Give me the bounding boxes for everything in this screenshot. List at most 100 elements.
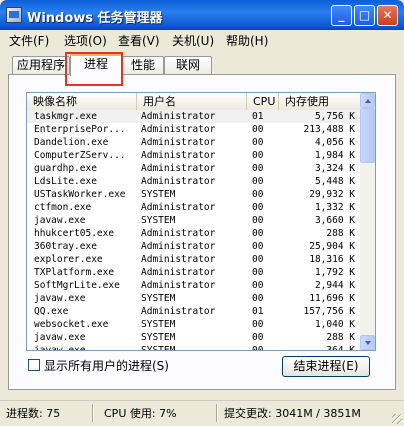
process-memory-cell: 1,332 K bbox=[314, 202, 355, 213]
process-cpu-cell: 00 bbox=[252, 345, 264, 351]
menu-file[interactable]: 文件(F) bbox=[9, 32, 49, 49]
menu-options[interactable]: 选项(O) bbox=[64, 32, 107, 49]
table-row[interactable]: ComputerZServ... Administrator 00 1,984 K bbox=[27, 149, 361, 162]
process-user-cell: Administrator bbox=[141, 254, 216, 265]
scroll-down-icon[interactable] bbox=[360, 335, 375, 350]
process-memory-cell: 18,316 K bbox=[309, 254, 355, 265]
close-button[interactable]: ✕ bbox=[377, 5, 398, 26]
process-user-cell: Administrator bbox=[141, 267, 216, 278]
process-cpu-cell: 00 bbox=[252, 202, 264, 213]
column-cpu[interactable]: CPU bbox=[247, 93, 279, 110]
window-title: Windows 任务管理器 bbox=[27, 11, 163, 26]
process-user-cell: Administrator bbox=[141, 163, 216, 174]
process-name-cell: USTaskWorker.exe bbox=[34, 189, 126, 200]
process-name-cell: TXPlatform.exe bbox=[34, 267, 115, 278]
process-cpu-cell: 00 bbox=[252, 176, 264, 187]
process-memory-cell: 1,792 K bbox=[314, 267, 355, 278]
process-name-cell: LdsLite.exe bbox=[34, 176, 97, 187]
table-row[interactable]: javaw.exe SYSTEM 00 364 K bbox=[27, 344, 361, 351]
table-row[interactable]: taskmgr.exe Administrator 01 5,756 K bbox=[27, 110, 361, 123]
table-row[interactable]: QQ.exe Administrator 01 157,756 K bbox=[27, 305, 361, 318]
vertical-scrollbar[interactable] bbox=[360, 93, 375, 350]
process-memory-cell: 4,056 K bbox=[314, 137, 355, 148]
column-memory[interactable]: 内存使用 bbox=[279, 93, 361, 110]
menu-view[interactable]: 查看(V) bbox=[118, 32, 160, 49]
table-row[interactable]: LdsLite.exe Administrator 00 5,448 K bbox=[27, 175, 361, 188]
process-memory-cell: 1,984 K bbox=[314, 150, 355, 161]
table-row[interactable]: explorer.exe Administrator 00 18,316 K bbox=[27, 253, 361, 266]
process-name-cell: javaw.exe bbox=[34, 293, 86, 304]
process-cpu-cell: 01 bbox=[252, 111, 264, 122]
maximize-button[interactable]: □ bbox=[354, 5, 375, 26]
tab-highlight-annotation bbox=[65, 52, 123, 86]
process-user-cell: SYSTEM bbox=[141, 345, 176, 351]
process-cpu-cell: 00 bbox=[252, 189, 264, 200]
status-divider bbox=[92, 404, 94, 422]
process-user-cell: Administrator bbox=[141, 202, 216, 213]
table-row[interactable]: TXPlatform.exe Administrator 00 1,792 K bbox=[27, 266, 361, 279]
process-cpu-cell: 00 bbox=[252, 163, 264, 174]
table-row[interactable]: Dandelion.exe Administrator 00 4,056 K bbox=[27, 136, 361, 149]
process-name-cell: SoftMgrLite.exe bbox=[34, 280, 120, 291]
process-name-cell: javaw.exe bbox=[34, 215, 86, 226]
menu-bar: 文件(F) 选项(O) 查看(V) 关机(U) 帮助(H) bbox=[0, 30, 404, 50]
status-divider bbox=[216, 404, 218, 422]
process-cpu-cell: 00 bbox=[252, 293, 264, 304]
process-cpu-cell: 00 bbox=[252, 319, 264, 330]
title-bar[interactable]: Windows 任务管理器 _ □ ✕ bbox=[0, 0, 404, 30]
scroll-thumb[interactable] bbox=[360, 108, 375, 163]
resize-grip-icon[interactable] bbox=[392, 414, 402, 424]
tab-performance[interactable]: 性能 bbox=[122, 56, 164, 74]
column-image-name[interactable]: 映像名称 bbox=[27, 93, 137, 110]
show-all-users-label[interactable]: 显示所有用户的进程(S) bbox=[44, 357, 169, 374]
process-user-cell: Administrator bbox=[141, 306, 216, 317]
process-user-cell: Administrator bbox=[141, 150, 216, 161]
status-cpu-usage: CPU 使用: 7% bbox=[104, 407, 177, 420]
process-user-cell: Administrator bbox=[141, 137, 216, 148]
process-cpu-cell: 00 bbox=[252, 241, 264, 252]
table-row[interactable]: javaw.exe SYSTEM 00 11,696 K bbox=[27, 292, 361, 305]
process-name-cell: websocket.exe bbox=[34, 319, 109, 330]
table-row[interactable]: guardhp.exe Administrator 00 3,324 K bbox=[27, 162, 361, 175]
tab-applications[interactable]: 应用程序 bbox=[12, 56, 70, 74]
process-user-cell: Administrator bbox=[141, 124, 216, 135]
end-process-button[interactable]: 结束进程(E) bbox=[282, 356, 370, 377]
process-memory-cell: 2,944 K bbox=[314, 280, 355, 291]
process-memory-cell: 25,904 K bbox=[309, 241, 355, 252]
process-cpu-cell: 00 bbox=[252, 150, 264, 161]
process-memory-cell: 157,756 K bbox=[303, 306, 355, 317]
process-name-cell: javaw.exe bbox=[34, 345, 86, 351]
process-memory-cell: 29,932 K bbox=[309, 189, 355, 200]
status-bar: 进程数: 75 CPU 使用: 7% 提交更改: 3041M / 3851M bbox=[0, 400, 404, 426]
table-row[interactable]: SoftMgrLite.exe Administrator 00 2,944 K bbox=[27, 279, 361, 292]
process-name-cell: guardhp.exe bbox=[34, 163, 97, 174]
process-user-cell: Administrator bbox=[141, 111, 216, 122]
process-user-cell: SYSTEM bbox=[141, 319, 176, 330]
process-memory-cell: 3,660 K bbox=[314, 215, 355, 226]
process-cpu-cell: 00 bbox=[252, 137, 264, 148]
process-memory-cell: 364 K bbox=[326, 345, 355, 351]
table-row[interactable]: websocket.exe SYSTEM 00 1,040 K bbox=[27, 318, 361, 331]
column-user-name[interactable]: 用户名 bbox=[137, 93, 247, 110]
process-list[interactable]: 映像名称 用户名 CPU 内存使用 taskmgr.exe Administrat… bbox=[26, 92, 376, 351]
menu-shutdown[interactable]: 关机(U) bbox=[172, 32, 214, 49]
menu-help[interactable]: 帮助(H) bbox=[226, 32, 268, 49]
table-row[interactable]: USTaskWorker.exe SYSTEM 00 29,932 K bbox=[27, 188, 361, 201]
scroll-up-icon[interactable] bbox=[360, 93, 375, 108]
table-row[interactable]: EnterprisePor... Administrator 00 213,488 K bbox=[27, 123, 361, 136]
tab-networking[interactable]: 联网 bbox=[164, 56, 212, 74]
process-name-cell: explorer.exe bbox=[34, 254, 103, 265]
table-row[interactable]: javaw.exe SYSTEM 00 288 K bbox=[27, 331, 361, 344]
table-row[interactable]: ctfmon.exe Administrator 00 1,332 K bbox=[27, 201, 361, 214]
table-row[interactable]: 360tray.exe Administrator 00 25,904 K bbox=[27, 240, 361, 253]
process-memory-cell: 5,756 K bbox=[314, 111, 355, 122]
process-cpu-cell: 00 bbox=[252, 332, 264, 343]
process-name-cell: 360tray.exe bbox=[34, 241, 97, 252]
status-process-count: 进程数: 75 bbox=[6, 407, 61, 420]
process-name-cell: javaw.exe bbox=[34, 332, 86, 343]
table-row[interactable]: hhukcert05.exe Administrator 00 288 K bbox=[27, 227, 361, 240]
table-row[interactable]: javaw.exe SYSTEM 00 3,660 K bbox=[27, 214, 361, 227]
show-all-users-checkbox[interactable] bbox=[28, 359, 40, 371]
minimize-button[interactable]: _ bbox=[331, 5, 352, 26]
process-user-cell: SYSTEM bbox=[141, 189, 176, 200]
